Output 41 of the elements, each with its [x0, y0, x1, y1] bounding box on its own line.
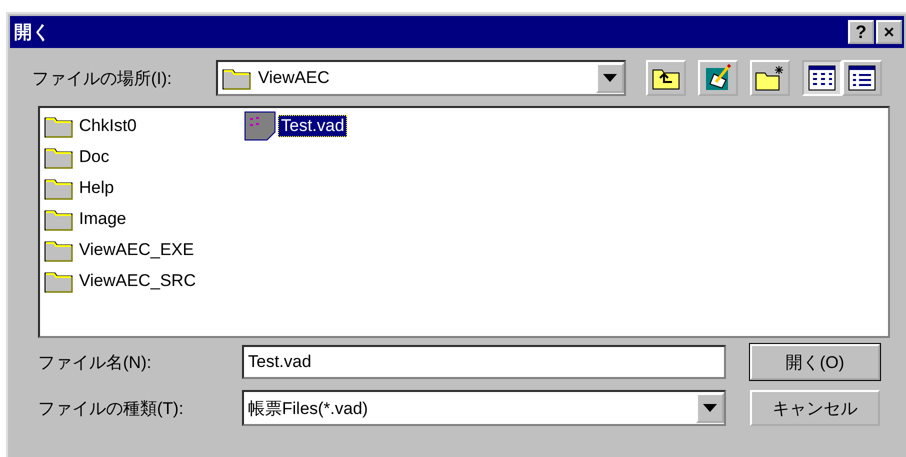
- file-name: Doc: [78, 146, 110, 168]
- toolbar-button[interactable]: [842, 60, 882, 96]
- details-view-icon: [848, 65, 876, 91]
- folder-item[interactable]: Help: [44, 172, 244, 203]
- file-name: Image: [78, 208, 128, 230]
- cancel-button[interactable]: キャンセル: [750, 390, 880, 426]
- dropdown-button[interactable]: [696, 393, 724, 423]
- window-title: 開く: [14, 21, 50, 44]
- folder-item[interactable]: ViewAEC_SRC: [44, 265, 244, 296]
- folder-item[interactable]: Image: [44, 203, 244, 234]
- document-icon: [244, 110, 276, 140]
- toolbar-button[interactable]: [646, 60, 686, 96]
- location-dropdown[interactable]: ViewAEC: [216, 60, 626, 96]
- folder-item[interactable]: ViewAEC_EXE: [44, 234, 244, 265]
- dropdown-button[interactable]: [596, 63, 624, 93]
- help-button[interactable]: ?: [848, 20, 874, 44]
- toolbar-button[interactable]: [750, 60, 790, 96]
- filetype-value: 帳票Files(*.vad): [247, 398, 369, 420]
- folder-item[interactable]: Doc: [44, 141, 244, 172]
- toolbar-button[interactable]: [802, 60, 842, 96]
- new-folder-icon: [755, 65, 785, 91]
- filename-field[interactable]: Test.vad: [242, 345, 726, 379]
- pencil-icon: [704, 64, 732, 92]
- filetype-label: ファイルの種類(T):: [38, 398, 184, 420]
- filetype-dropdown[interactable]: 帳票Files(*.vad): [242, 390, 726, 426]
- toolbar-button[interactable]: [698, 60, 738, 96]
- caret-icon: [703, 404, 717, 412]
- file-item[interactable]: Test.vad: [244, 110, 444, 141]
- file-name: ViewAEC_SRC: [78, 270, 197, 292]
- filename-label: ファイル名(N):: [38, 352, 152, 374]
- file-name: Help: [78, 176, 115, 198]
- location-label: ファイルの場所(I):: [32, 68, 173, 90]
- location-value: ViewAEC: [258, 68, 330, 88]
- file-name: ChkIst0: [78, 114, 138, 136]
- close-button[interactable]: ×: [876, 20, 902, 44]
- caret-icon: [603, 74, 617, 82]
- list-view-icon: [808, 65, 836, 91]
- file-name: Test.vad: [278, 114, 348, 136]
- folder-item[interactable]: ChkIst0: [44, 110, 244, 141]
- open-button[interactable]: 開く(O): [750, 344, 880, 380]
- file-name: ViewAEC_EXE: [78, 238, 195, 260]
